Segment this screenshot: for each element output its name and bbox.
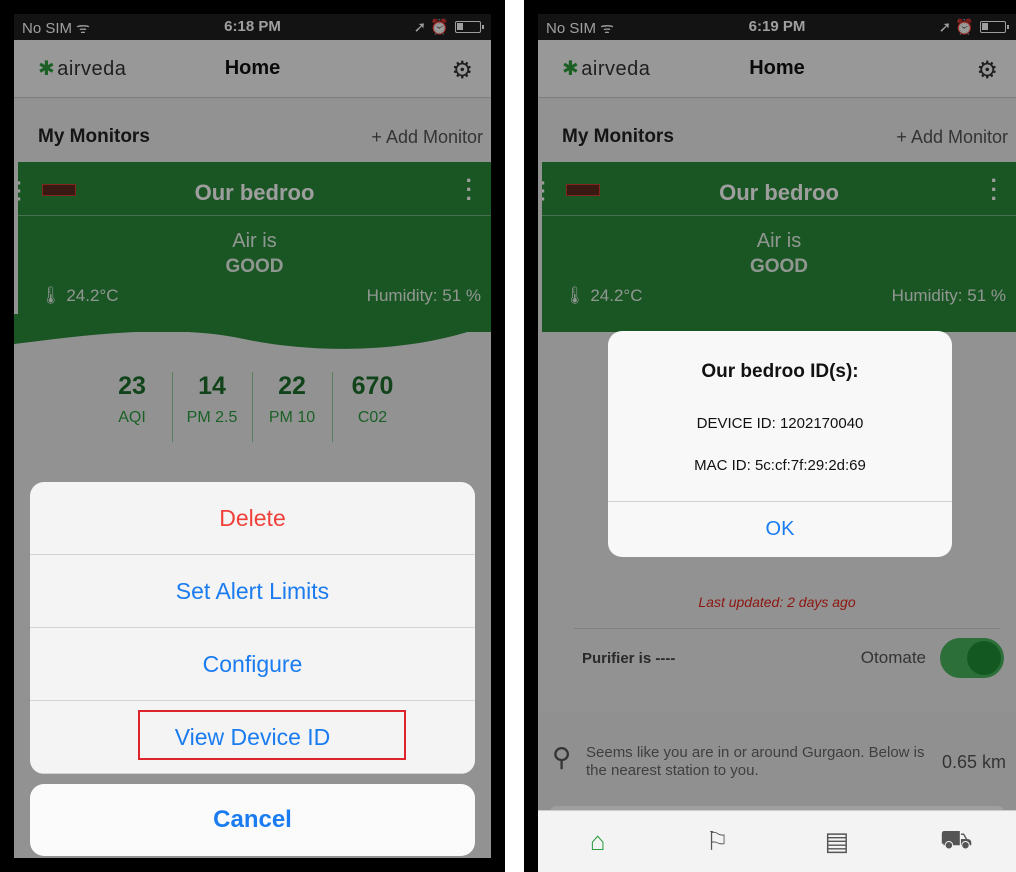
- configure-button[interactable]: Configure: [30, 628, 475, 701]
- alert-title: Our bedroo ID(s):: [701, 361, 859, 382]
- device-id-text: DEVICE ID: 1202170040: [696, 415, 864, 432]
- document-icon[interactable]: ▤: [807, 826, 867, 857]
- ok-button[interactable]: OK: [608, 501, 952, 557]
- shop-icon[interactable]: ⛟: [926, 824, 986, 859]
- cancel-button[interactable]: Cancel: [30, 784, 475, 856]
- map-icon[interactable]: ⚐: [687, 826, 747, 857]
- home-icon[interactable]: ⌂: [568, 826, 628, 857]
- screen-right: No SIM ᯤ 6:19 PM ➚ ⏰ ✱ airveda Home ⚙ My …: [538, 14, 1016, 872]
- phone-left: No SIM ᯤ 6:18 PM ➚ ⏰ ✱ airveda Home ⚙ My …: [0, 0, 505, 872]
- phone-right: No SIM ᯤ 6:19 PM ➚ ⏰ ✱ airveda Home ⚙ My …: [524, 0, 1016, 872]
- action-sheet: Delete Set Alert Limits Configure View D…: [30, 482, 475, 774]
- device-id-alert: Our bedroo ID(s): DEVICE ID: 1202170040 …: [608, 331, 952, 557]
- screen-left: No SIM ᯤ 6:18 PM ➚ ⏰ ✱ airveda Home ⚙ My …: [14, 14, 491, 858]
- set-alert-limits-button[interactable]: Set Alert Limits: [30, 555, 475, 628]
- delete-button[interactable]: Delete: [30, 482, 475, 555]
- mac-id-text: MAC ID: 5c:cf:7f:29:2d:69: [694, 457, 866, 474]
- tab-bar: ⌂ ⚐ ▤ ⛟: [538, 810, 1016, 872]
- highlight-box: [138, 710, 406, 760]
